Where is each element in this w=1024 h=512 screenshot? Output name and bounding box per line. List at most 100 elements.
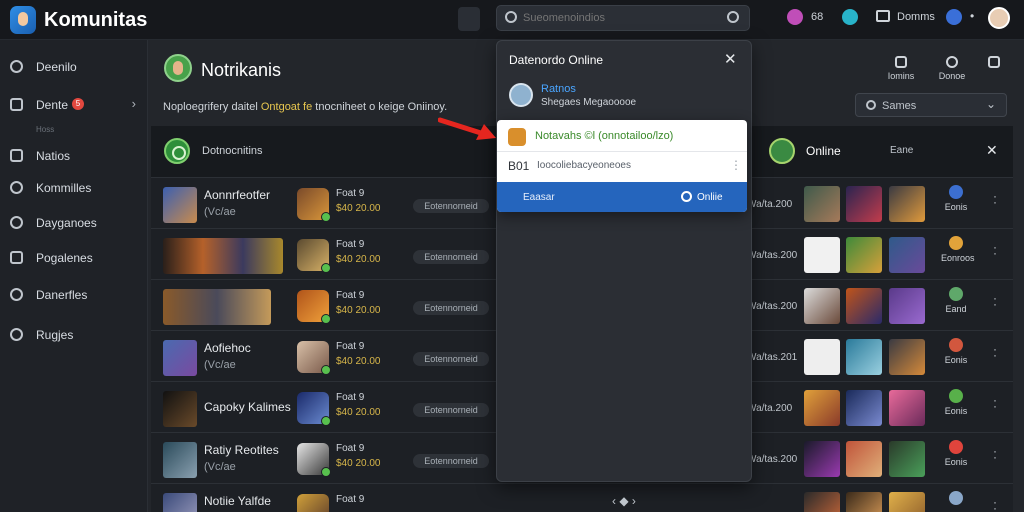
sidebar-item-danerfles[interactable]: Danerfles xyxy=(10,285,140,305)
search-input[interactable] xyxy=(523,10,713,26)
sidebar-subitem[interactable]: Hoss xyxy=(36,125,54,134)
globe-icon[interactable] xyxy=(946,9,962,25)
status-pill: Eotennorneid xyxy=(413,403,489,417)
game-art xyxy=(846,288,882,324)
dropdown-title: Datenordo Online xyxy=(509,53,604,67)
game-art xyxy=(804,492,840,512)
game-art xyxy=(846,339,882,375)
sidebar-item-pogalenes[interactable]: Pogalenes xyxy=(10,248,140,268)
filter-select[interactable]: Sames ⌄ xyxy=(855,93,1007,117)
close-icon[interactable]: ✕ xyxy=(724,50,737,68)
notification-badge: 5 xyxy=(72,98,84,110)
clock-icon xyxy=(10,60,23,73)
comms-label[interactable]: Domms xyxy=(897,11,935,23)
row-more-icon[interactable]: · · xyxy=(993,343,997,361)
online-dot xyxy=(321,212,331,222)
more-icon[interactable]: • xyxy=(970,9,974,23)
status-badge: Eonis xyxy=(941,338,971,365)
sidebar-item-deenilo[interactable]: Deenilo xyxy=(10,57,140,77)
sidebar-item-rugjes[interactable]: Rugjes xyxy=(10,325,140,345)
close-icon[interactable]: ✕ xyxy=(986,142,998,159)
status-dot xyxy=(949,491,963,505)
notification-title: Notavahs ©l (onnotailoo/lzo) xyxy=(535,130,674,142)
game-art xyxy=(846,186,882,222)
grid-icon xyxy=(10,149,23,162)
gear-icon xyxy=(10,288,23,301)
status-dot xyxy=(949,440,963,454)
monitor-icon[interactable] xyxy=(876,10,890,22)
user-avatar[interactable] xyxy=(988,7,1010,29)
sidebar-item-natios[interactable]: Natios xyxy=(10,146,140,166)
game-thumbnail xyxy=(163,442,197,478)
row-more-icon[interactable]: · · xyxy=(993,190,997,208)
game-art xyxy=(889,186,925,222)
game-art xyxy=(889,339,925,375)
chat-icon xyxy=(10,251,23,264)
status-pill: Eotennorneid xyxy=(413,352,489,366)
history-button[interactable]: Donoe xyxy=(927,56,977,86)
person-icon xyxy=(10,181,23,194)
grid-button[interactable] xyxy=(972,56,1016,86)
square-button[interactable] xyxy=(458,7,480,31)
search-icon xyxy=(10,328,23,341)
game-icon xyxy=(297,341,331,375)
game-art xyxy=(846,492,882,512)
home-button[interactable]: Iomins xyxy=(876,56,926,86)
page-avatar-icon xyxy=(164,54,192,82)
game-banner xyxy=(163,238,283,274)
table-row[interactable]: Notiie Yalfde Foat 9 · · xyxy=(151,485,1013,512)
game-thumbnail xyxy=(163,340,197,376)
row-more-icon[interactable]: · · xyxy=(993,445,997,463)
chevron-right-icon[interactable]: › xyxy=(132,96,136,111)
user-avatar[interactable] xyxy=(509,83,533,107)
game-art xyxy=(889,441,925,477)
row-more-icon[interactable]: · · xyxy=(993,292,997,310)
divider xyxy=(497,151,747,152)
search-submit-icon[interactable] xyxy=(727,11,739,23)
status-pill: Eotennorneid xyxy=(413,301,489,315)
more-icon[interactable]: ⋮ xyxy=(730,158,742,172)
game-art xyxy=(846,237,882,273)
search-bar[interactable] xyxy=(496,5,750,31)
game-icon xyxy=(297,392,331,426)
dismiss-button[interactable]: Eaasar xyxy=(523,192,555,203)
sidebar-item-dayganoes[interactable]: Dayganoes xyxy=(10,213,140,233)
game-art xyxy=(804,441,840,477)
online-dot xyxy=(321,467,331,477)
notification-card[interactable]: Notavahs ©l (onnotailoo/lzo) B01 Ioocoli… xyxy=(497,120,747,212)
sidebar-item-kommilles[interactable]: Kommilles xyxy=(10,178,140,198)
row-more-icon[interactable]: · · xyxy=(993,241,997,259)
online-avatar-icon xyxy=(769,138,795,164)
game-thumbnail xyxy=(163,187,197,223)
status-pill: Eotennorneid xyxy=(413,454,489,468)
status-badge: Eonis xyxy=(941,440,971,467)
notification-icon xyxy=(508,128,526,146)
notification-text: Ioocoliebacyeoneoes xyxy=(537,160,631,171)
user-name-link[interactable]: Ratnos xyxy=(541,83,576,95)
online-button[interactable]: Onliie xyxy=(697,192,723,203)
search-icon xyxy=(866,100,876,110)
games-icon[interactable] xyxy=(787,9,803,25)
status-badge: Eonis xyxy=(941,389,971,416)
game-thumbnail xyxy=(163,391,197,427)
game-icon xyxy=(297,239,331,273)
status-dot xyxy=(949,338,963,352)
status-badge xyxy=(941,491,971,508)
sidebar-item-dente[interactable]: Dente 5 › xyxy=(10,95,140,115)
game-art xyxy=(889,390,925,426)
status-badge: Eonroos xyxy=(941,236,975,263)
status-dot xyxy=(949,389,963,403)
shield-icon[interactable] xyxy=(842,9,858,25)
game-art xyxy=(804,237,840,273)
dropdown-pager[interactable]: ‹ ◆ › xyxy=(612,494,636,508)
target-icon xyxy=(164,138,190,164)
status-badge: Eand xyxy=(941,287,971,314)
game-art xyxy=(804,390,840,426)
results-header-label: Dotnocnitins xyxy=(202,145,263,157)
row-more-icon[interactable]: · · xyxy=(993,394,997,412)
game-art xyxy=(804,339,840,375)
online-dot xyxy=(321,314,331,324)
results-right-label[interactable]: Eane xyxy=(890,145,913,156)
row-more-icon[interactable]: · · xyxy=(993,496,997,512)
app-logo-icon[interactable] xyxy=(10,6,36,34)
